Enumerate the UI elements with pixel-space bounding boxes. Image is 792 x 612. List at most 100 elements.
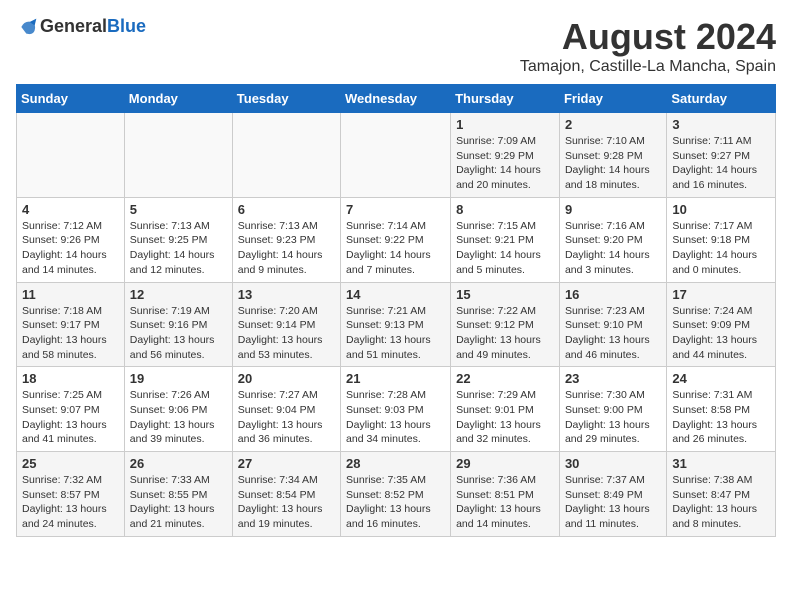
day-content: Sunrise: 7:13 AM Sunset: 9:25 PM Dayligh…	[130, 219, 227, 278]
day-content: Sunrise: 7:35 AM Sunset: 8:52 PM Dayligh…	[346, 473, 445, 532]
week-row-5: 25 Sunrise: 7:32 AM Sunset: 8:57 PM Dayli…	[17, 452, 776, 537]
day-cell: 13Sunrise: 7:20 AM Sunset: 9:14 PM Dayli…	[232, 282, 340, 367]
day-content: Sunrise: 7:18 AM Sunset: 9:17 PM Dayligh…	[22, 304, 119, 363]
logo: GeneralBlue	[16, 16, 146, 37]
day-number: 16	[565, 287, 661, 302]
day-cell	[341, 113, 451, 198]
logo-text-general: General	[40, 16, 107, 36]
day-cell: 10Sunrise: 7:17 AM Sunset: 9:18 PM Dayli…	[667, 197, 776, 282]
day-cell	[124, 113, 232, 198]
day-cell: 5 Sunrise: 7:13 AM Sunset: 9:25 PM Daylig…	[124, 197, 232, 282]
day-content: Sunrise: 7:27 AM Sunset: 9:04 PM Dayligh…	[238, 388, 335, 447]
day-cell: 30 Sunrise: 7:37 AM Sunset: 8:49 PM Dayli…	[559, 452, 666, 537]
day-content: Sunrise: 7:17 AM Sunset: 9:18 PM Dayligh…	[672, 219, 770, 278]
day-content: Sunrise: 7:32 AM Sunset: 8:57 PM Dayligh…	[22, 473, 119, 532]
day-number: 3	[672, 117, 770, 132]
day-number: 14	[346, 287, 445, 302]
day-number: 12	[130, 287, 227, 302]
day-number: 8	[456, 202, 554, 217]
day-cell: 6 Sunrise: 7:13 AM Sunset: 9:23 PM Daylig…	[232, 197, 340, 282]
day-cell: 20 Sunrise: 7:27 AM Sunset: 9:04 PM Dayli…	[232, 367, 340, 452]
day-content: Sunrise: 7:10 AM Sunset: 9:28 PM Dayligh…	[565, 134, 661, 193]
weekday-header-row: SundayMondayTuesdayWednesdayThursdayFrid…	[17, 85, 776, 113]
day-content: Sunrise: 7:29 AM Sunset: 9:01 PM Dayligh…	[456, 388, 554, 447]
day-content: Sunrise: 7:36 AM Sunset: 8:51 PM Dayligh…	[456, 473, 554, 532]
day-cell: 31 Sunrise: 7:38 AM Sunset: 8:47 PM Dayli…	[667, 452, 776, 537]
day-content: Sunrise: 7:33 AM Sunset: 8:55 PM Dayligh…	[130, 473, 227, 532]
day-cell: 22 Sunrise: 7:29 AM Sunset: 9:01 PM Dayli…	[451, 367, 560, 452]
day-cell: 3 Sunrise: 7:11 AM Sunset: 9:27 PM Daylig…	[667, 113, 776, 198]
day-content: Sunrise: 7:23 AM Sunset: 9:10 PM Dayligh…	[565, 304, 661, 363]
day-number: 17	[672, 287, 770, 302]
day-number: 20	[238, 371, 335, 386]
weekday-header-saturday: Saturday	[667, 85, 776, 113]
weekday-header-tuesday: Tuesday	[232, 85, 340, 113]
day-cell: 18Sunrise: 7:25 AM Sunset: 9:07 PM Dayli…	[17, 367, 125, 452]
day-content: Sunrise: 7:16 AM Sunset: 9:20 PM Dayligh…	[565, 219, 661, 278]
day-number: 30	[565, 456, 661, 471]
day-number: 4	[22, 202, 119, 217]
weekday-header-friday: Friday	[559, 85, 666, 113]
main-title: August 2024	[520, 16, 776, 58]
day-number: 11	[22, 287, 119, 302]
day-number: 22	[456, 371, 554, 386]
day-content: Sunrise: 7:30 AM Sunset: 9:00 PM Dayligh…	[565, 388, 661, 447]
day-number: 29	[456, 456, 554, 471]
day-number: 9	[565, 202, 661, 217]
day-cell: 25 Sunrise: 7:32 AM Sunset: 8:57 PM Dayli…	[17, 452, 125, 537]
title-area: August 2024 Tamajon, Castille-La Mancha,…	[520, 16, 776, 76]
day-cell: 15 Sunrise: 7:22 AM Sunset: 9:12 PM Dayli…	[451, 282, 560, 367]
day-content: Sunrise: 7:26 AM Sunset: 9:06 PM Dayligh…	[130, 388, 227, 447]
day-number: 18	[22, 371, 119, 386]
day-cell: 17Sunrise: 7:24 AM Sunset: 9:09 PM Dayli…	[667, 282, 776, 367]
day-number: 5	[130, 202, 227, 217]
day-number: 7	[346, 202, 445, 217]
day-cell: 27 Sunrise: 7:34 AM Sunset: 8:54 PM Dayli…	[232, 452, 340, 537]
day-number: 6	[238, 202, 335, 217]
header: GeneralBlue August 2024 Tamajon, Castill…	[16, 16, 776, 76]
day-content: Sunrise: 7:15 AM Sunset: 9:21 PM Dayligh…	[456, 219, 554, 278]
week-row-1: 1Sunrise: 7:09 AM Sunset: 9:29 PM Daylig…	[17, 113, 776, 198]
day-number: 2	[565, 117, 661, 132]
day-cell: 21Sunrise: 7:28 AM Sunset: 9:03 PM Dayli…	[341, 367, 451, 452]
day-content: Sunrise: 7:38 AM Sunset: 8:47 PM Dayligh…	[672, 473, 770, 532]
day-number: 25	[22, 456, 119, 471]
day-cell: 26Sunrise: 7:33 AM Sunset: 8:55 PM Dayli…	[124, 452, 232, 537]
day-cell: 28 Sunrise: 7:35 AM Sunset: 8:52 PM Dayli…	[341, 452, 451, 537]
weekday-header-thursday: Thursday	[451, 85, 560, 113]
logo-icon	[18, 17, 38, 37]
day-cell: 1Sunrise: 7:09 AM Sunset: 9:29 PM Daylig…	[451, 113, 560, 198]
day-number: 28	[346, 456, 445, 471]
day-cell: 24Sunrise: 7:31 AM Sunset: 8:58 PM Dayli…	[667, 367, 776, 452]
day-cell: 9 Sunrise: 7:16 AM Sunset: 9:20 PM Daylig…	[559, 197, 666, 282]
day-number: 27	[238, 456, 335, 471]
day-cell: 11 Sunrise: 7:18 AM Sunset: 9:17 PM Dayli…	[17, 282, 125, 367]
day-cell: 23 Sunrise: 7:30 AM Sunset: 9:00 PM Dayli…	[559, 367, 666, 452]
day-cell: 12Sunrise: 7:19 AM Sunset: 9:16 PM Dayli…	[124, 282, 232, 367]
week-row-2: 4Sunrise: 7:12 AM Sunset: 9:26 PM Daylig…	[17, 197, 776, 282]
day-number: 23	[565, 371, 661, 386]
day-cell: 2 Sunrise: 7:10 AM Sunset: 9:28 PM Daylig…	[559, 113, 666, 198]
day-number: 31	[672, 456, 770, 471]
day-number: 15	[456, 287, 554, 302]
day-number: 13	[238, 287, 335, 302]
day-number: 21	[346, 371, 445, 386]
day-content: Sunrise: 7:09 AM Sunset: 9:29 PM Dayligh…	[456, 134, 554, 193]
day-cell: 19Sunrise: 7:26 AM Sunset: 9:06 PM Dayli…	[124, 367, 232, 452]
day-cell: 29 Sunrise: 7:36 AM Sunset: 8:51 PM Dayli…	[451, 452, 560, 537]
day-content: Sunrise: 7:13 AM Sunset: 9:23 PM Dayligh…	[238, 219, 335, 278]
day-content: Sunrise: 7:34 AM Sunset: 8:54 PM Dayligh…	[238, 473, 335, 532]
week-row-3: 11 Sunrise: 7:18 AM Sunset: 9:17 PM Dayli…	[17, 282, 776, 367]
day-number: 24	[672, 371, 770, 386]
weekday-header-monday: Monday	[124, 85, 232, 113]
week-row-4: 18Sunrise: 7:25 AM Sunset: 9:07 PM Dayli…	[17, 367, 776, 452]
day-cell: 14 Sunrise: 7:21 AM Sunset: 9:13 PM Dayli…	[341, 282, 451, 367]
day-content: Sunrise: 7:21 AM Sunset: 9:13 PM Dayligh…	[346, 304, 445, 363]
day-cell	[17, 113, 125, 198]
day-cell: 16 Sunrise: 7:23 AM Sunset: 9:10 PM Dayli…	[559, 282, 666, 367]
logo-text-blue: Blue	[107, 16, 146, 36]
day-content: Sunrise: 7:22 AM Sunset: 9:12 PM Dayligh…	[456, 304, 554, 363]
day-cell: 4Sunrise: 7:12 AM Sunset: 9:26 PM Daylig…	[17, 197, 125, 282]
day-content: Sunrise: 7:37 AM Sunset: 8:49 PM Dayligh…	[565, 473, 661, 532]
day-content: Sunrise: 7:11 AM Sunset: 9:27 PM Dayligh…	[672, 134, 770, 193]
